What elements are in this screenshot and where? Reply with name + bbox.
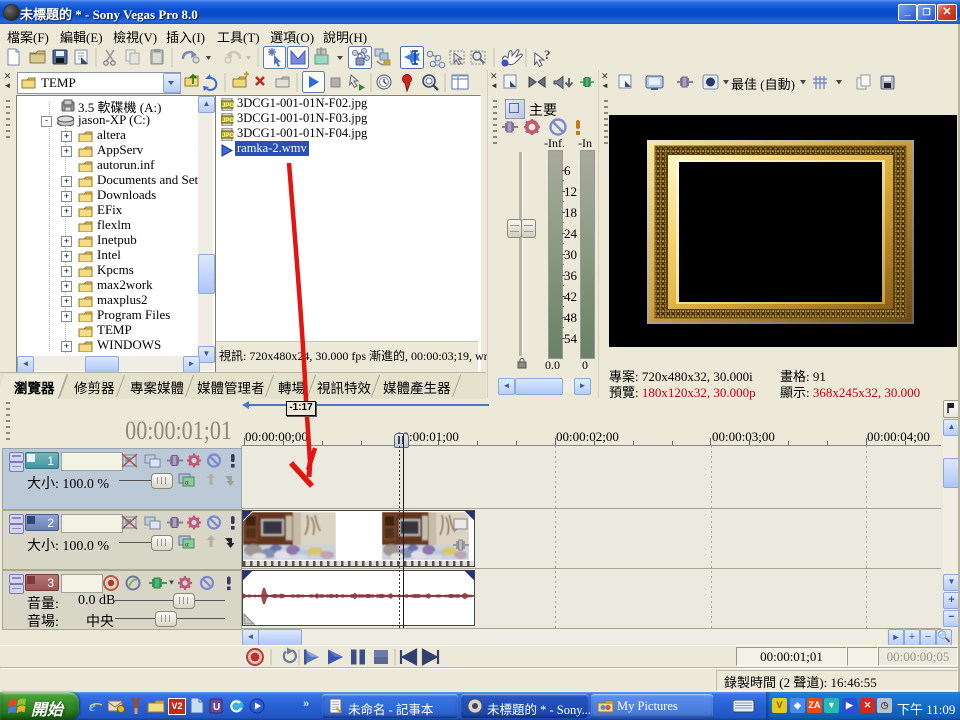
- svg-text:JPG: JPG: [222, 103, 234, 109]
- svg-text:JPG: JPG: [222, 133, 234, 139]
- svg-text:U: U: [213, 702, 220, 713]
- svg-text:?: ?: [544, 47, 551, 62]
- svg-text:α: α: [185, 479, 189, 487]
- svg-text:JPG: JPG: [222, 118, 234, 124]
- svg-text:e: e: [89, 699, 96, 714]
- svg-text:α: α: [185, 541, 189, 549]
